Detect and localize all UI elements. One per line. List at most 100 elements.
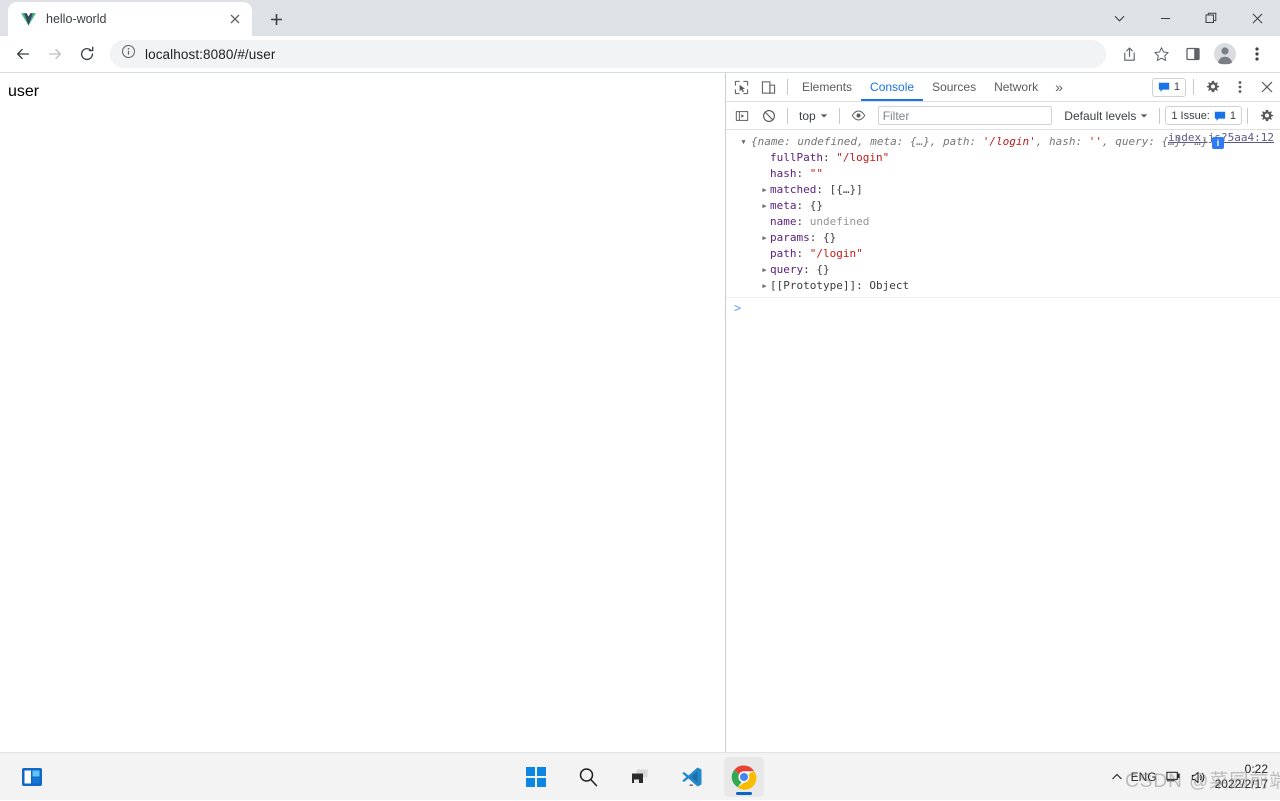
vue-logo-icon — [21, 12, 36, 26]
message-count-badge[interactable]: 1 — [1151, 77, 1186, 97]
input-language-indicator[interactable]: ENG — [1131, 770, 1157, 784]
tab-sources[interactable]: Sources — [923, 73, 985, 101]
property-row[interactable]: [[Prototype]]: Object — [726, 278, 1280, 294]
property-value: "/login" — [809, 247, 863, 260]
maximize-button[interactable] — [1188, 0, 1234, 36]
expand-arrow-icon[interactable] — [760, 278, 769, 294]
console-filter-input[interactable] — [877, 106, 1053, 125]
info-badge-icon[interactable]: i — [1211, 137, 1224, 149]
devtools-menu-icon[interactable] — [1226, 74, 1253, 100]
property-value: {} — [816, 263, 830, 276]
property-sep: : — [796, 247, 810, 260]
property-name: meta — [770, 199, 797, 212]
reload-button[interactable] — [72, 39, 102, 69]
site-info-icon[interactable] — [121, 44, 136, 64]
property-value: Object — [869, 279, 910, 292]
more-tabs-icon[interactable]: » — [1047, 73, 1071, 101]
network-button[interactable] — [1165, 769, 1182, 786]
live-expression-eye-icon[interactable] — [845, 103, 872, 129]
tab-network[interactable]: Network — [985, 73, 1047, 101]
devtools-settings-gear-icon[interactable] — [1199, 74, 1226, 100]
bookmark-star-icon[interactable] — [1146, 39, 1176, 69]
property-name: hash — [770, 167, 797, 180]
toolbar-divider — [787, 79, 788, 95]
volume-button[interactable] — [1190, 769, 1207, 786]
issues-button[interactable]: 1 Issue: 1 — [1165, 106, 1242, 125]
clear-console-icon[interactable] — [755, 103, 782, 129]
expand-arrow-icon[interactable] — [760, 230, 769, 246]
network-icon — [1165, 771, 1180, 781]
side-panel-icon[interactable] — [1178, 39, 1208, 69]
window-controls — [1096, 0, 1280, 36]
property-name: query — [770, 263, 804, 276]
start-button[interactable] — [516, 757, 556, 797]
preview-seg-1: '/login' — [982, 135, 1036, 148]
property-sep: : — [856, 279, 870, 292]
property-row: name: undefined — [726, 214, 1280, 230]
expand-arrow-icon[interactable] — [760, 182, 769, 198]
property-name: fullPath — [770, 151, 823, 164]
property-row: fullPath: "/login" — [726, 150, 1280, 166]
expand-arrow-icon[interactable] — [760, 262, 769, 278]
console-prompt[interactable]: > — [726, 298, 1280, 316]
property-row[interactable]: matched: [{…}] — [726, 182, 1280, 198]
browser-tab[interactable]: hello-world — [8, 2, 252, 36]
preview-seg-0: name: undefined, meta: {…}, path: — [757, 135, 983, 148]
clock[interactable]: 0:22 2022/2/17 — [1215, 762, 1272, 792]
expand-arrow-icon[interactable] — [760, 198, 769, 214]
property-sep: : — [822, 151, 837, 164]
property-value: "/login" — [836, 151, 890, 164]
console-message[interactable]: index.js?5aa4:12 {name: undefined, meta:… — [726, 130, 1280, 298]
inspect-element-icon[interactable] — [728, 74, 755, 100]
log-levels-value: Default levels — [1064, 108, 1137, 123]
browser-window: hello-world localhost:8080/#/user user E… — [0, 0, 1280, 753]
devtools-topbar: Elements Console Sources Network » 1 — [726, 73, 1280, 102]
vscode-button[interactable] — [672, 757, 712, 797]
chrome-button[interactable] — [724, 757, 764, 797]
preview-seg-2: , hash: — [1035, 135, 1089, 148]
property-value: [{…}] — [829, 183, 863, 196]
system-tray: ENG 0:22 2022/2/17 — [1111, 753, 1272, 801]
expand-arrow-icon[interactable] — [739, 134, 748, 150]
search-button[interactable] — [568, 757, 608, 797]
console-settings-gear-icon[interactable] — [1253, 103, 1280, 129]
page-body-text: user — [8, 83, 40, 100]
device-toolbar-icon[interactable] — [755, 74, 782, 100]
tab-elements[interactable]: Elements — [793, 73, 861, 101]
address-bar[interactable]: localhost:8080/#/user — [110, 40, 1106, 68]
property-row[interactable]: params: {} — [726, 230, 1280, 246]
property-sep: : — [816, 183, 830, 196]
tab-console[interactable]: Console — [861, 73, 923, 101]
property-sep: : — [803, 263, 817, 276]
preview-seg-4: , query: {…}, …} — [1102, 135, 1208, 148]
execution-context-select[interactable]: top — [793, 106, 834, 126]
minimize-button[interactable] — [1142, 0, 1188, 36]
forward-button[interactable] — [40, 39, 70, 69]
taskbar-apps — [0, 753, 1280, 801]
log-levels-select[interactable]: Default levels — [1058, 106, 1154, 126]
tab-close-icon[interactable] — [226, 10, 244, 28]
console-sidebar-icon[interactable] — [728, 103, 755, 129]
task-view-button[interactable] — [620, 757, 660, 797]
search-icon — [579, 768, 598, 787]
property-row[interactable]: query: {} — [726, 262, 1280, 278]
property-row[interactable]: meta: {} — [726, 198, 1280, 214]
issues-label: 1 Issue: — [1171, 109, 1210, 122]
property-sep: : — [796, 215, 810, 228]
preview-brace: { — [751, 135, 758, 148]
browser-menu-icon[interactable] — [1242, 39, 1272, 69]
vscode-icon — [682, 767, 702, 787]
tray-overflow-button[interactable] — [1111, 771, 1123, 783]
object-preview-line[interactable]: {name: undefined, meta: {…}, path: '/log… — [726, 134, 1280, 150]
console-output[interactable]: index.js?5aa4:12 {name: undefined, meta:… — [726, 130, 1280, 753]
issues-count: 1 — [1229, 109, 1236, 122]
tab-search-button[interactable] — [1096, 0, 1142, 36]
close-window-button[interactable] — [1234, 0, 1280, 36]
back-button[interactable] — [8, 39, 38, 69]
new-tab-button[interactable] — [262, 5, 290, 33]
filterbar-divider-1 — [787, 107, 788, 124]
chevron-down-icon — [820, 113, 827, 118]
profile-avatar[interactable] — [1210, 39, 1240, 69]
devtools-close-icon[interactable] — [1253, 74, 1280, 100]
share-icon[interactable] — [1114, 39, 1144, 69]
